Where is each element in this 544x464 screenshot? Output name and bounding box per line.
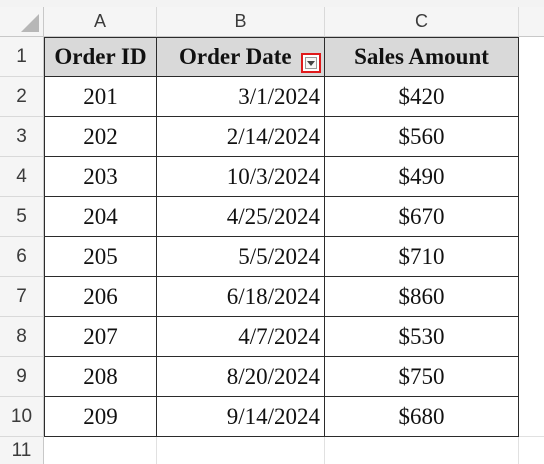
cell-sales-amount[interactable]: $560 [325,117,519,157]
cell-order-id[interactable]: 209 [44,397,157,437]
cell-order-date[interactable]: 4/25/2024 [157,197,325,237]
empty-cell[interactable] [325,437,519,464]
cell-order-id[interactable]: 202 [44,117,157,157]
row-header[interactable]: 7 [0,277,44,317]
row-header[interactable]: 1 [0,37,44,77]
row-header[interactable]: 6 [0,237,44,277]
cell-order-date[interactable]: 6/18/2024 [157,277,325,317]
row-header[interactable]: 2 [0,77,44,117]
cell-order-date[interactable]: 2/14/2024 [157,117,325,157]
empty-cell[interactable] [157,437,325,464]
cell-sales-amount[interactable]: $420 [325,77,519,117]
cell-order-date[interactable]: 10/3/2024 [157,157,325,197]
cell-order-id[interactable]: 205 [44,237,157,277]
filter-dropdown-button[interactable] [301,53,321,73]
header-order-id[interactable]: Order ID [44,37,157,77]
cell-sales-amount[interactable]: $750 [325,357,519,397]
cell-order-id[interactable]: 201 [44,77,157,117]
cell-order-id[interactable]: 207 [44,317,157,357]
cell-order-id[interactable]: 203 [44,157,157,197]
row-header[interactable]: 5 [0,197,44,237]
filter-dropdown-icon [305,57,317,69]
cell-sales-amount[interactable]: $490 [325,157,519,197]
column-header-a[interactable]: A [44,7,157,37]
cell-order-id[interactable]: 204 [44,197,157,237]
select-all-triangle-icon [21,14,39,32]
cell-order-date[interactable]: 8/20/2024 [157,357,325,397]
row-header[interactable]: 3 [0,117,44,157]
cell-order-date[interactable]: 5/5/2024 [157,237,325,277]
cell-order-date[interactable]: 4/7/2024 [157,317,325,357]
cell-order-date[interactable]: 9/14/2024 [157,397,325,437]
row-header[interactable]: 10 [0,397,44,437]
empty-column-d[interactable] [519,37,544,437]
cell-sales-amount[interactable]: $680 [325,397,519,437]
cell-sales-amount[interactable]: $530 [325,317,519,357]
column-header-d[interactable] [519,7,544,37]
column-header-b[interactable]: B [157,7,325,37]
header-sales-amount[interactable]: Sales Amount [325,37,519,77]
cell-sales-amount[interactable]: $710 [325,237,519,277]
cell-order-id[interactable]: 206 [44,277,157,317]
column-header-c[interactable]: C [325,7,519,37]
header-order-date[interactable]: Order Date [157,37,325,77]
empty-cell[interactable] [44,437,157,464]
row-header[interactable]: 11 [0,437,44,464]
cell-sales-amount[interactable]: $670 [325,197,519,237]
cell-sales-amount[interactable]: $860 [325,277,519,317]
toolbar-edge [0,0,544,7]
row-header[interactable]: 9 [0,357,44,397]
cell-order-id[interactable]: 208 [44,357,157,397]
cell-order-date[interactable]: 3/1/2024 [157,77,325,117]
select-all-corner[interactable] [0,7,44,37]
row-header[interactable]: 8 [0,317,44,357]
row-header[interactable]: 4 [0,157,44,197]
spreadsheet-grid: A B C 1 2 3 4 5 6 7 8 9 10 11 Order ID O… [0,0,544,464]
